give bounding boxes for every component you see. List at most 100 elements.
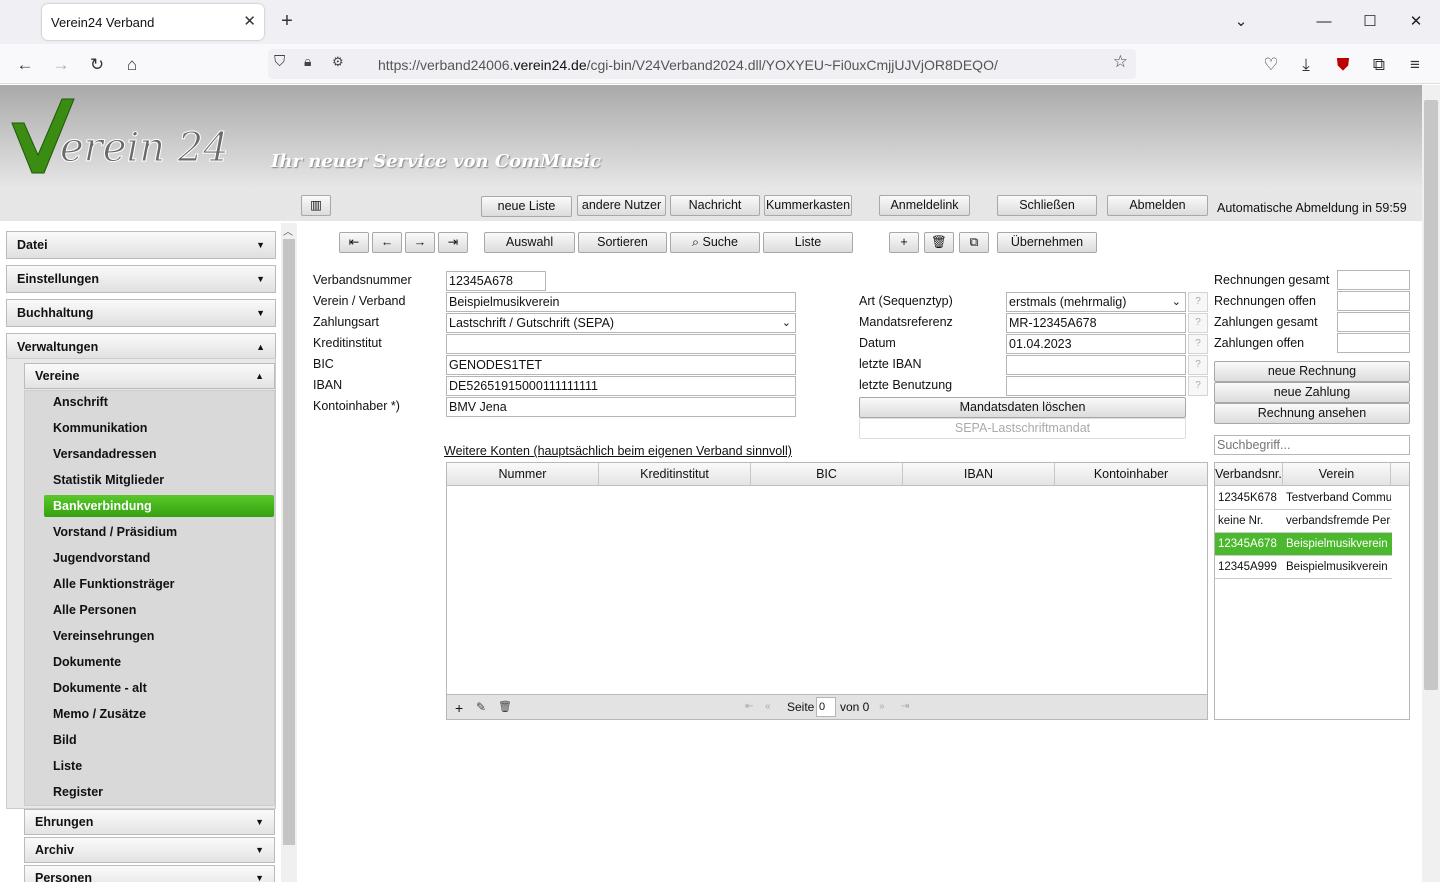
verbandsnummer-field[interactable]: 12345A678 [446, 271, 546, 291]
sidebar-item-bankverbindung[interactable]: Bankverbindung [44, 495, 274, 517]
neue-liste-button[interactable]: neue Liste [481, 196, 572, 217]
submenu-personen[interactable]: Personen ▼ [24, 865, 275, 882]
sidebar-item-dokumente[interactable]: Dokumente [44, 651, 274, 673]
column-header-kontoinhaber[interactable]: Kontoinhaber [1055, 463, 1207, 486]
rechnungen-offen-field[interactable] [1337, 291, 1410, 311]
last-record-button[interactable]: ⇥ [438, 232, 468, 253]
add-record-button[interactable]: + [889, 232, 919, 253]
sidebar-item-jugendvorstand[interactable]: Jugendvorstand [44, 547, 274, 569]
shield-icon[interactable]: ⛉ [274, 53, 285, 70]
column-header-nummer[interactable]: Nummer [447, 463, 599, 486]
page-number-field[interactable]: 0 [816, 697, 836, 717]
zahlungen-gesamt-field[interactable] [1337, 312, 1410, 332]
sidebar-item-bild[interactable]: Bild [44, 729, 274, 751]
trash-icon[interactable]: 🗑︎ [498, 700, 512, 713]
datum-field[interactable]: 01.04.2023 [1006, 334, 1186, 354]
url-text[interactable]: https://verband24006.verein24.de/cgi-bin… [378, 57, 998, 73]
sidebar-item-anschrift[interactable]: Anschrift [44, 391, 274, 413]
window-close-icon[interactable]: ✕ [1404, 10, 1428, 34]
mandatsdaten-loeschen-button[interactable]: Mandatsdaten löschen [859, 397, 1186, 418]
art-help-button[interactable]: ? [1188, 292, 1208, 312]
letzte-benutzung-field[interactable] [1006, 376, 1186, 396]
sortieren-button[interactable]: Sortieren [578, 232, 667, 253]
sidebar-item-memo[interactable]: Memo / Zusätze [44, 703, 274, 725]
menu-buchhaltung[interactable]: Buchhaltung ▼ [6, 299, 276, 327]
art-select[interactable]: erstmals (mehrmalig) ⌄ [1006, 292, 1186, 312]
extensions-icon[interactable]: ⧉ [1367, 53, 1391, 77]
column-header-verein[interactable]: Verein [1283, 463, 1391, 486]
suche-button[interactable]: ⌕ Suche [670, 232, 760, 253]
sidebar-item-dokumente-alt[interactable]: Dokumente - alt [44, 677, 274, 699]
bookmark-star-icon[interactable]: ☆ [1113, 52, 1128, 72]
schliessen-button[interactable]: Schließen [997, 195, 1097, 216]
prev-record-button[interactable]: ← [372, 232, 402, 253]
reload-icon[interactable]: ↻ [85, 53, 109, 77]
sepa-mandat-button[interactable]: SEPA-Lastschriftmandat [859, 418, 1186, 439]
sidebar-item-vorstand[interactable]: Vorstand / Präsidium [44, 521, 274, 543]
list-row[interactable]: keine Nr. verbandsfremde Pers [1215, 510, 1392, 533]
permissions-icon[interactable]: ⚙ [332, 54, 344, 70]
datum-help-button[interactable]: ? [1188, 334, 1208, 354]
bic-field[interactable]: GENODES1TET [446, 355, 796, 375]
sidebar-item-funktionstraeger[interactable]: Alle Funktionsträger [44, 573, 274, 595]
rechnungen-gesamt-field[interactable] [1337, 270, 1410, 290]
edit-icon[interactable]: ✎ [476, 700, 486, 714]
sidebar-item-alle-personen[interactable]: Alle Personen [44, 599, 274, 621]
ublock-icon[interactable]: ⛊ [1331, 53, 1355, 77]
sidebar-toggle-button[interactable]: ▥ [301, 195, 331, 216]
next-record-button[interactable]: → [405, 232, 435, 253]
mandatsreferenz-field[interactable]: MR-12345A678 [1006, 313, 1186, 333]
list-row-selected[interactable]: 12345A678 Beispielmusikverein [1215, 533, 1392, 556]
search-input[interactable] [1214, 435, 1410, 455]
home-icon[interactable]: ⌂ [120, 53, 144, 77]
letzte-benutzung-help-button[interactable]: ? [1188, 376, 1208, 396]
tab-list-icon[interactable]: ⌄ [1229, 10, 1253, 34]
new-tab-icon[interactable]: + [276, 10, 298, 32]
first-page-icon[interactable]: ⇤ [745, 701, 753, 712]
auswahl-button[interactable]: Auswahl [484, 232, 575, 253]
rechnung-ansehen-button[interactable]: Rechnung ansehen [1214, 403, 1410, 424]
letzte-iban-help-button[interactable]: ? [1188, 355, 1208, 375]
forward-icon[interactable]: → [49, 53, 73, 77]
sidebar-item-liste[interactable]: Liste [44, 755, 274, 777]
neue-rechnung-button[interactable]: neue Rechnung [1214, 361, 1410, 382]
page-scrollbar-thumb[interactable] [1424, 100, 1438, 690]
add-icon[interactable]: + [455, 700, 463, 716]
delete-record-button[interactable]: 🗑︎ [924, 232, 954, 253]
sidebar-item-statistik-mitglieder[interactable]: Statistik Mitglieder [44, 469, 274, 491]
iban-field[interactable]: DE52651915000111111111 [446, 376, 796, 396]
zahlungsart-select[interactable]: Lastschrift / Gutschrift (SEPA) ⌄ [446, 313, 796, 333]
back-icon[interactable]: ← [13, 53, 37, 77]
url-bar[interactable]: ⛉ 🔒︎ ⚙ https://verband24006.verein24.de/… [268, 49, 1136, 79]
submenu-ehrungen[interactable]: Ehrungen ▼ [24, 809, 275, 835]
prev-page-icon[interactable]: « [765, 701, 771, 712]
sidebar-item-kommunikation[interactable]: Kommunikation [44, 417, 274, 439]
letzte-iban-field[interactable] [1006, 355, 1186, 375]
list-row[interactable]: 12345A999 Beispielmusikverein . [1215, 556, 1392, 579]
menu-einstellungen[interactable]: Einstellungen ▼ [6, 265, 276, 293]
column-header-verbandsnr[interactable]: Verbandsnr. [1215, 463, 1283, 486]
copy-record-button[interactable]: ⧉ [959, 232, 989, 253]
abmelden-button[interactable]: Abmelden [1107, 195, 1208, 216]
verein-field[interactable]: Beispielmusikverein [446, 292, 796, 312]
minimize-icon[interactable]: — [1312, 10, 1336, 34]
uebernehmen-button[interactable]: Übernehmen [997, 232, 1097, 253]
weitere-konten-link[interactable]: Weitere Konten (hauptsächlich beim eigen… [444, 444, 792, 458]
liste-button[interactable]: Liste [763, 232, 853, 253]
tab-close-icon[interactable]: ✕ [243, 12, 256, 30]
andere-nutzer-button[interactable]: andere Nutzer [577, 195, 666, 216]
first-record-button[interactable]: ⇤ [339, 232, 369, 253]
pocket-icon[interactable]: ♡ [1259, 53, 1283, 77]
column-header-kreditinstitut[interactable]: Kreditinstitut [599, 463, 751, 486]
sidebar-scrollbar-thumb[interactable] [283, 239, 295, 845]
mandatsreferenz-help-button[interactable]: ? [1188, 313, 1208, 333]
list-row[interactable]: 12345K678 Testverband Commu [1215, 487, 1392, 510]
submenu-vereine[interactable]: Vereine ▲ [24, 363, 275, 389]
neue-zahlung-button[interactable]: neue Zahlung [1214, 382, 1410, 403]
sidebar-item-register[interactable]: Register [44, 781, 274, 803]
lock-icon[interactable]: 🔒︎ [304, 53, 311, 70]
sidebar-item-versandadressen[interactable]: Versandadressen [44, 443, 274, 465]
column-header-iban[interactable]: IBAN [903, 463, 1055, 486]
menu-verwaltungen[interactable]: Verwaltungen ▲ [6, 333, 276, 361]
kummerkasten-button[interactable]: Kummerkasten [764, 195, 852, 216]
